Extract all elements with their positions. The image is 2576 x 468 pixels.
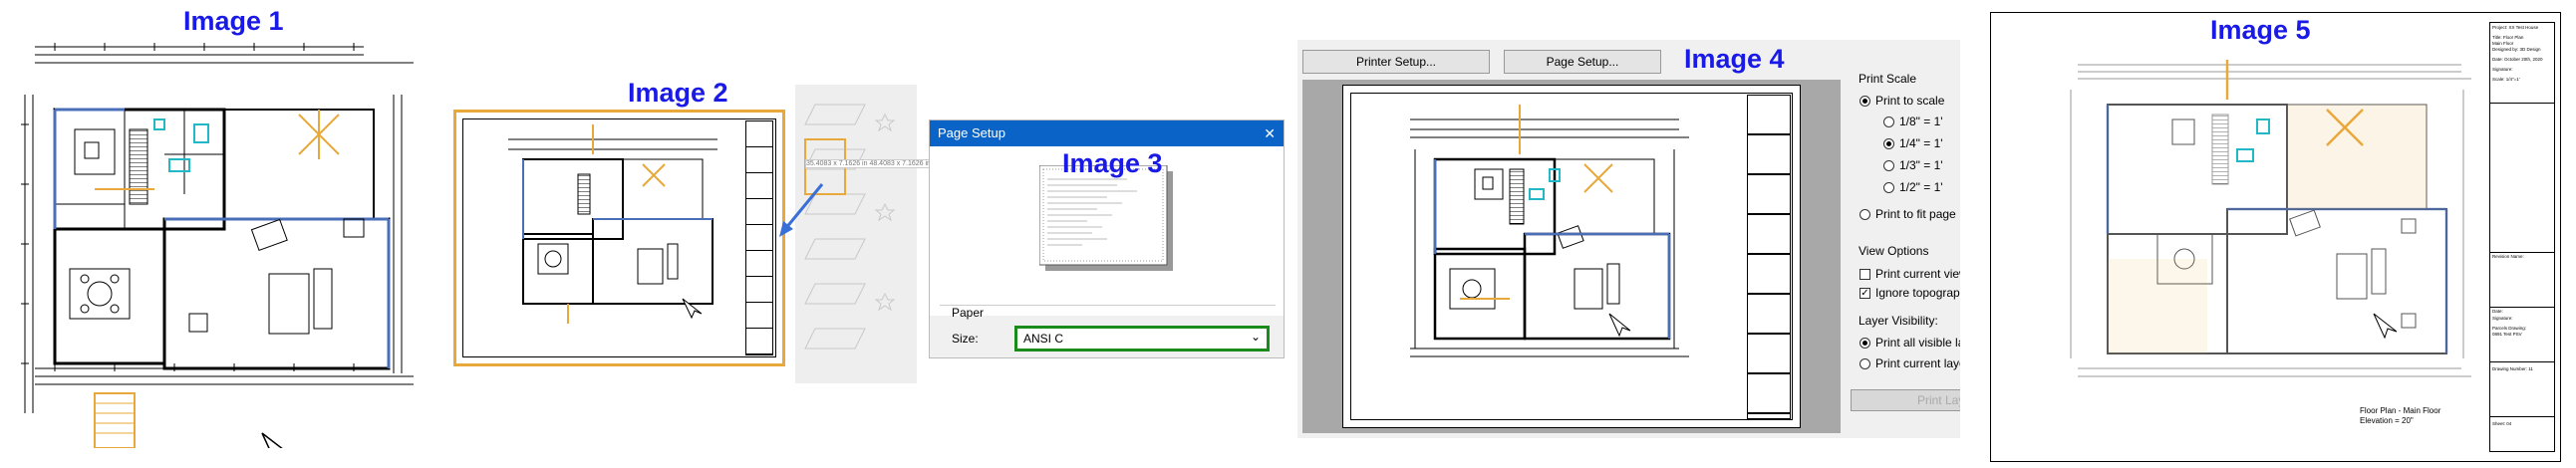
caption-image-1: Image 1 [183,6,284,36]
print-to-fit-label: Print to fit page [1875,207,1956,221]
scale-radio-0[interactable] [1883,117,1894,127]
title-block-divider-4 [2490,361,2554,362]
scale-radio-1[interactable] [1883,138,1894,149]
signature2-text: Signature: [2492,316,2513,321]
print-current-layer-radio[interactable] [1860,358,1870,369]
caption-image-3: Image 3 [1062,148,1163,178]
print-layout-button-label: Print Layout [1916,393,1961,407]
caption-image-4: Image 4 [1684,44,1785,74]
print-all-visible-radio[interactable] [1860,338,1870,349]
revision-text: Revision Name: [2492,254,2524,259]
title-block-divider-5 [2490,416,2554,417]
floor-plan-image-1 [21,43,414,448]
sheet-caption-line-2: Elevation = 20" [2360,416,2414,425]
ignore-topography-label: Ignore topography [1875,286,1973,300]
chevron-down-icon: ⌄ [1250,330,1261,344]
title-block: Project: XX Test House Title: Floor Plan… [2489,22,2555,452]
dialog-title: Page Setup [938,125,1005,140]
title-block-column [745,120,773,355]
title-block-cells [1747,95,1791,419]
print-current-view-label: Print current view [1875,267,1968,281]
ignore-topography-checkbox[interactable]: ✓ [1860,288,1870,299]
sheet-caption: Floor Plan - Main Floor Elevation = 20" [2360,406,2440,426]
title-line-2: Designed by: 3D Design [2492,47,2541,52]
print-layout-button[interactable]: Print Layout [1851,389,1962,411]
scale-text: Scale: 1/4"=1' [2492,77,2520,82]
image-gap [1960,30,1990,448]
print-scale-label: Print Scale [1859,72,1917,86]
blue-arrow-icon [779,183,824,237]
print-current-view-checkbox[interactable] [1860,269,1870,280]
print-to-scale-radio[interactable] [1860,96,1870,107]
title-block-divider-1 [2490,103,2554,104]
caption-image-2: Image 2 [628,78,728,108]
title-block-project: Project: XX Test House Title: Floor Plan… [2492,25,2554,83]
printer-setup-button[interactable]: Printer Setup... [1302,50,1490,74]
scale-radio-2[interactable] [1883,160,1894,171]
scale-option-1: 1/4" = 1' [1899,136,1943,150]
sheet-number-text: Sheet: 04 [2492,421,2512,426]
print-to-scale-label: Print to scale [1875,94,1945,108]
title-block-divider-2 [2490,252,2554,253]
caption-image-5: Image 5 [2210,15,2311,45]
floor-plan-image-4 [1410,105,1689,357]
paper-size-value: ANSI C [1023,332,1064,346]
parcels-line-1: 0891 Test PSV [2492,332,2522,337]
paper-group-label: Paper [952,306,985,320]
close-icon[interactable]: ✕ [1264,120,1276,146]
print-current-layer-label: Print current layer [1875,356,1970,370]
title-block-divider-3 [2490,307,2554,308]
date-text: Date: October 20th, 2020 [2492,57,2543,62]
page-setup-button[interactable]: Page Setup... [1504,50,1661,74]
layer-visibility-label: Layer Visibility: [1859,314,1938,328]
scale-option-3: 1/2" = 1' [1899,180,1943,194]
dialog-title-bar: Page Setup ✕ [930,120,1284,146]
paper-size-dropdown[interactable]: ANSI C ⌄ [1014,326,1270,351]
floor-plan-image-5 [2070,60,2471,377]
date2-text: Date: [2492,309,2503,314]
floor-plan-image-2 [508,124,717,324]
parcels-line-0: Parcels Drawing: [2492,326,2527,331]
scale-option-0: 1/8" = 1' [1899,115,1943,128]
scale-radio-3[interactable] [1883,182,1894,193]
drawing-number-text: Drawing Number: 11 [2492,366,2533,371]
print-to-fit-radio[interactable] [1860,209,1870,220]
size-label: Size: [952,332,979,346]
scale-option-2: 1/3" = 1' [1899,158,1943,172]
coordinate-readout: 35.4083 x 7.1626 in 48.4083 x 7.1626 in [805,159,932,168]
sheet-caption-line-1: Floor Plan - Main Floor [2360,406,2441,415]
view-options-label: View Options [1859,244,1929,258]
paper-preview-image [1039,165,1173,271]
signature-text: Signature: [2492,67,2513,72]
project-text: Project: XX Test House [2492,25,2539,30]
